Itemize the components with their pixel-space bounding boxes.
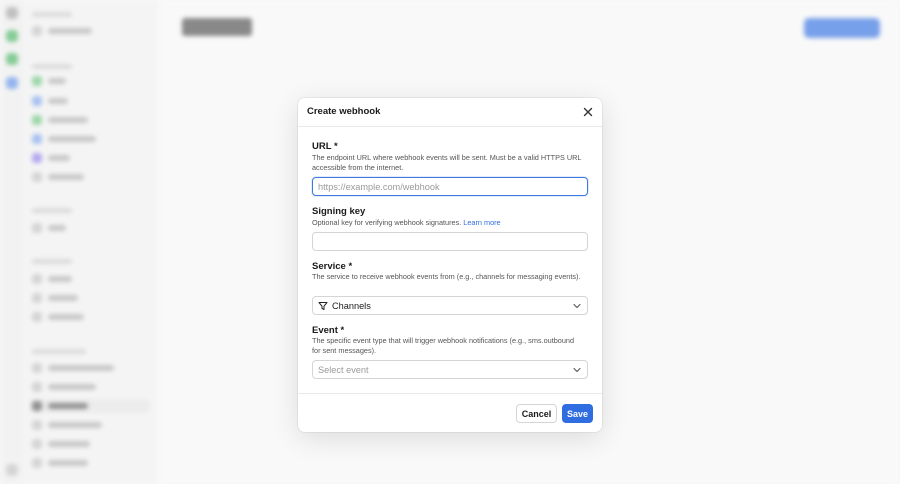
create-webhook-dialog: Create webhook URL * The endpoint URL wh… (298, 98, 602, 432)
learn-more-link[interactable]: Learn more (463, 218, 500, 227)
signing-key-input[interactable] (312, 232, 588, 251)
event-description: The specific event type that will trigge… (312, 336, 575, 355)
event-select-placeholder: Select event (318, 365, 369, 375)
service-selected-value: Channels (332, 301, 371, 311)
cancel-button[interactable]: Cancel (516, 404, 557, 423)
url-description: The endpoint URL where webhook events wi… (312, 153, 582, 172)
dialog-title: Create webhook (307, 106, 381, 117)
url-label: URL * (312, 141, 338, 152)
dialog-footer (298, 393, 602, 394)
event-label: Event * (312, 325, 345, 336)
save-button[interactable]: Save (562, 404, 593, 423)
close-icon (583, 107, 593, 117)
service-label: Service * (312, 261, 353, 272)
url-input[interactable] (312, 177, 588, 196)
close-button[interactable] (580, 104, 596, 120)
dialog-header: Create webhook (298, 98, 602, 127)
event-select[interactable]: Select event (312, 360, 588, 379)
service-select[interactable]: Channels (312, 296, 588, 315)
signing-key-description-text: Optional key for verifying webhook signa… (312, 218, 462, 227)
chevron-down-icon (573, 303, 581, 309)
service-description: The service to receive webhook events fr… (312, 272, 581, 281)
signing-key-label: Signing key (312, 206, 366, 217)
signing-key-description: Optional key for verifying webhook signa… (312, 218, 582, 228)
chevron-down-icon (573, 367, 581, 373)
filter-icon (318, 302, 328, 310)
